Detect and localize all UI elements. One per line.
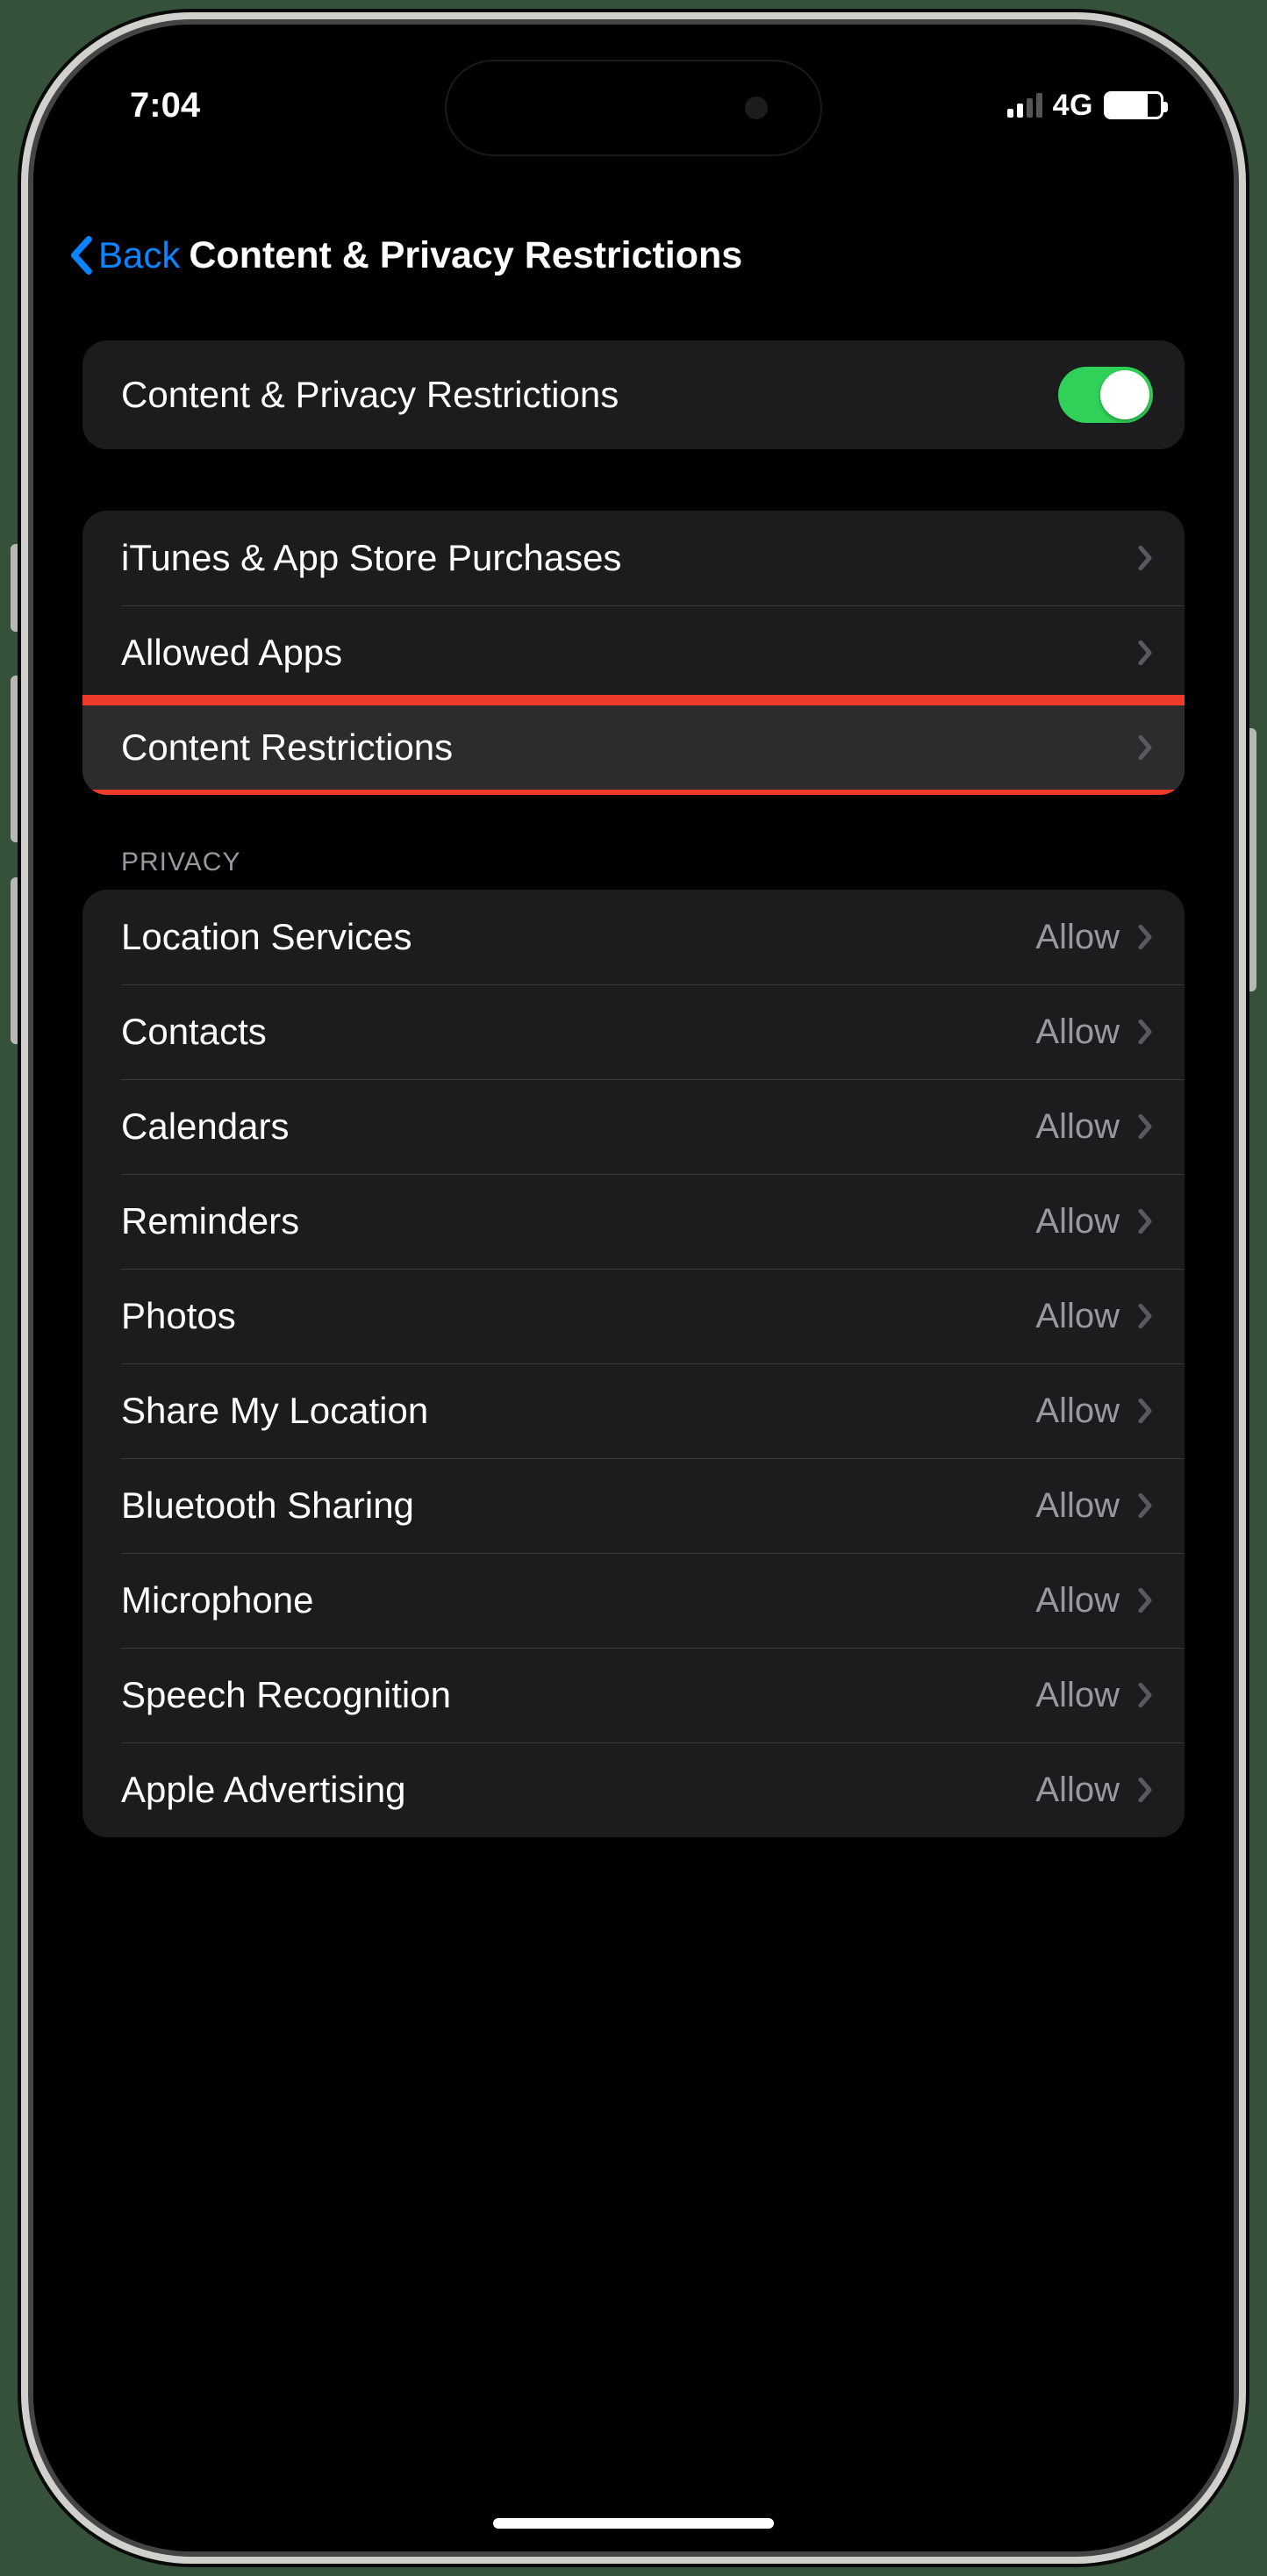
row-value: Allow [1035,1107,1120,1147]
battery-icon [1104,91,1163,119]
row-value: Allow [1035,1581,1120,1621]
row-value: Allow [1035,918,1120,957]
row-apple-advertising[interactable]: Apple AdvertisingAllow [82,1742,1185,1837]
page-title: Content & Privacy Restrictions [189,234,1199,277]
row-label: Location Services [121,916,1035,958]
row-value: Allow [1035,1297,1120,1336]
power-button [1244,728,1256,991]
chevron-right-icon [1137,1019,1153,1045]
row-reminders[interactable]: RemindersAllow [82,1174,1185,1269]
row-label: Reminders [121,1200,1035,1242]
nav-bar: Back Content & Privacy Restrictions [33,207,1234,304]
row-label: Allowed Apps [121,632,1137,674]
row-value: Allow [1035,1013,1120,1052]
row-content-restrictions[interactable]: Content Restrictions [82,700,1185,795]
row-value: Allow [1035,1392,1120,1431]
row-label: Contacts [121,1011,1035,1053]
restrictions-group: iTunes & App Store Purchases Allowed App… [82,511,1185,795]
network-label: 4G [1053,89,1093,123]
master-toggle-label: Content & Privacy Restrictions [121,374,1058,416]
row-label: Photos [121,1295,1035,1337]
row-label: Share My Location [121,1390,1035,1432]
chevron-right-icon [1137,1303,1153,1329]
row-microphone[interactable]: MicrophoneAllow [82,1553,1185,1648]
content-area[interactable]: Content & Privacy Restrictions iTunes & … [33,340,1234,2551]
chevron-right-icon [1137,1587,1153,1614]
chevron-right-icon [1137,924,1153,950]
row-bluetooth-sharing[interactable]: Bluetooth SharingAllow [82,1458,1185,1553]
row-location-services[interactable]: Location ServicesAllow [82,890,1185,984]
screen: 7:04 4G Back Con [33,25,1234,2551]
row-value: Allow [1035,1676,1120,1715]
row-calendars[interactable]: CalendarsAllow [82,1079,1185,1174]
volume-down-button [11,877,23,1044]
row-label: iTunes & App Store Purchases [121,537,1137,579]
row-value: Allow [1035,1486,1120,1526]
chevron-right-icon [1137,1398,1153,1424]
row-value: Allow [1035,1771,1120,1810]
chevron-right-icon [1137,545,1153,571]
row-itunes-purchases[interactable]: iTunes & App Store Purchases [82,511,1185,605]
row-photos[interactable]: PhotosAllow [82,1269,1185,1363]
row-share-my-location[interactable]: Share My LocationAllow [82,1363,1185,1458]
chevron-left-icon [68,236,93,275]
back-button[interactable]: Back [68,234,180,276]
row-label: Microphone [121,1579,1035,1621]
chevron-right-icon [1137,1113,1153,1140]
row-speech-recognition[interactable]: Speech RecognitionAllow [82,1648,1185,1742]
master-toggle-row[interactable]: Content & Privacy Restrictions [82,340,1185,449]
row-label: Bluetooth Sharing [121,1485,1035,1527]
status-time: 7:04 [130,86,200,125]
volume-up-button [11,676,23,842]
home-indicator[interactable] [493,2518,774,2529]
chevron-right-icon [1137,640,1153,666]
row-contacts[interactable]: ContactsAllow [82,984,1185,1079]
cellular-signal-icon [1007,93,1042,118]
row-value: Allow [1035,1202,1120,1241]
privacy-group: Location ServicesAllowContactsAllowCalen… [82,890,1185,1837]
master-toggle[interactable] [1058,367,1153,423]
row-label: Content Restrictions [121,726,1137,769]
chevron-right-icon [1137,734,1153,761]
master-toggle-group: Content & Privacy Restrictions [82,340,1185,449]
chevron-right-icon [1137,1208,1153,1234]
chevron-right-icon [1137,1682,1153,1708]
section-header-privacy: Privacy [121,848,1185,877]
phone-frame: 7:04 4G Back Con [33,25,1234,2551]
chevron-right-icon [1137,1777,1153,1803]
row-label: Apple Advertising [121,1769,1035,1811]
row-label: Calendars [121,1106,1035,1148]
volume-switch [11,544,23,632]
status-bar: 7:04 4G [33,70,1234,140]
back-label: Back [98,234,180,276]
row-allowed-apps[interactable]: Allowed Apps [82,605,1185,700]
chevron-right-icon [1137,1492,1153,1519]
row-label: Speech Recognition [121,1674,1035,1716]
